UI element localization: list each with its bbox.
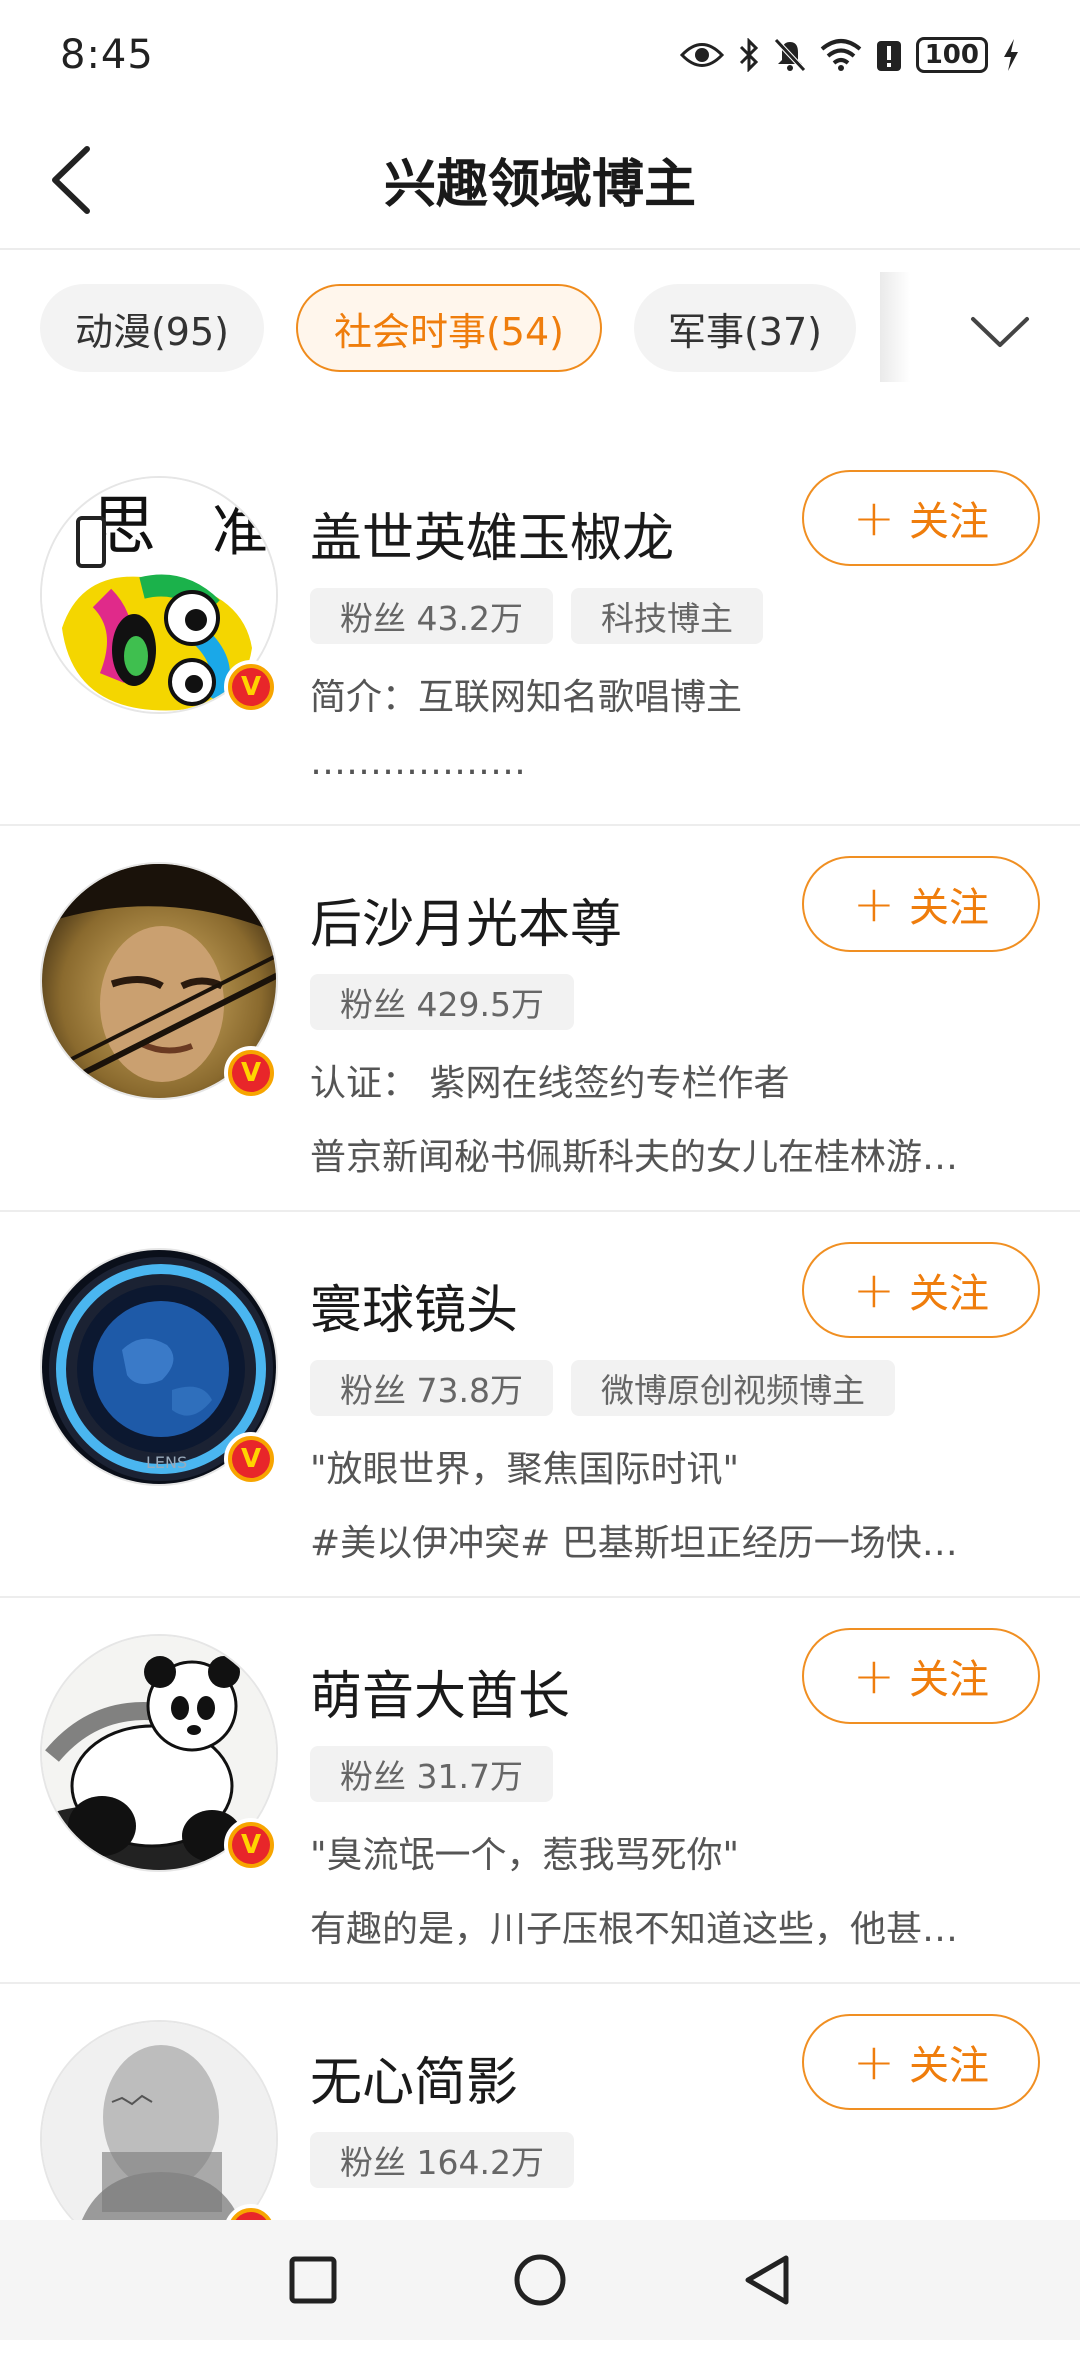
- blogger-latest-post: #美以伊冲突# 巴基斯坦正经历一场快…: [310, 1523, 958, 1564]
- tab-social-affairs[interactable]: 社会时事(54): [296, 284, 602, 372]
- category-tag: 科技博主: [570, 588, 763, 644]
- fans-tag: 粉丝 73.8万: [310, 1360, 553, 1416]
- plus-icon: +: [853, 1261, 895, 1319]
- fans-tag: 粉丝 43.2万: [310, 588, 553, 644]
- list-item[interactable]: V 后沙月光本尊 + 关注 粉丝 429.5万 认证： 紫网在线签约专栏作者 普…: [0, 826, 1080, 1212]
- follow-label: 关注: [908, 2043, 989, 2089]
- follow-label: 关注: [908, 885, 989, 931]
- list-item[interactable]: V 萌音大酋长 + 关注 粉丝 31.7万 "臭流氓一个，惹我骂死你" 有趣的是…: [0, 1598, 1080, 1984]
- blogger-verification: 认证： 紫网在线签约专栏作者: [310, 1063, 790, 1104]
- fans-tag: 粉丝 429.5万: [310, 974, 574, 1030]
- svg-text:准: 准: [212, 499, 268, 564]
- follow-label: 关注: [908, 1271, 989, 1317]
- plus-icon: +: [853, 875, 895, 933]
- chevron-left-icon: [52, 146, 90, 214]
- plus-icon: +: [853, 2033, 895, 2091]
- expand-tabs-button[interactable]: [960, 302, 1040, 362]
- wifi-icon: [820, 38, 862, 72]
- tag-row: 粉丝 164.2万: [310, 2132, 574, 2188]
- nav-back-button[interactable]: [727, 2240, 807, 2320]
- mute-icon: [773, 38, 806, 72]
- svg-text:LENS: LENS: [146, 1453, 187, 1472]
- charging-icon: [1002, 38, 1020, 72]
- plus-icon: +: [853, 489, 895, 547]
- blogger-latest-post: 普京新闻秘书佩斯科夫的女儿在桂林游…: [310, 1137, 959, 1178]
- avatar-wrap[interactable]: LENS V: [40, 1248, 278, 1486]
- blogger-intro: 简介：互联网知名歌唱博主: [310, 677, 743, 718]
- avatar-wrap[interactable]: V: [40, 1634, 278, 1872]
- follow-button[interactable]: + 关注: [802, 470, 1040, 566]
- blogger-latest-post: ………………: [310, 742, 526, 783]
- back-button[interactable]: [36, 142, 106, 218]
- status-icons: 100: [679, 37, 1020, 73]
- follow-label: 关注: [908, 499, 989, 545]
- tab-anime[interactable]: 动漫(95): [40, 284, 264, 372]
- avatar-wrap[interactable]: 思 准 V: [40, 476, 278, 714]
- verified-badge-icon: V: [224, 1818, 278, 1872]
- tag-row: 粉丝 31.7万: [310, 1746, 553, 1802]
- follow-button[interactable]: + 关注: [802, 856, 1040, 952]
- blogger-name[interactable]: 盖世英雄玉椒龙: [310, 496, 674, 571]
- follow-button[interactable]: + 关注: [802, 2014, 1040, 2110]
- blogger-list: 思 准 V 盖世英雄玉椒龙 + 关注 粉丝 43.2万 科技博主 简介：互联网知…: [0, 440, 1080, 2370]
- tag-row: 粉丝 43.2万 科技博主: [310, 588, 763, 644]
- battery-icon: 100: [915, 37, 988, 73]
- tag-row: 粉丝 73.8万 微博原创视频博主: [310, 1360, 895, 1416]
- follow-label: 关注: [908, 1657, 989, 1703]
- verified-badge-icon: V: [224, 660, 278, 714]
- blogger-name[interactable]: 萌音大酋长: [310, 1654, 570, 1729]
- verified-badge-icon: V: [224, 1432, 278, 1486]
- category-tag: 微博原创视频博主: [570, 1360, 895, 1416]
- blogger-latest-post: 有趣的是，川子压根不知道这些，他甚…: [310, 1909, 959, 1950]
- verified-badge-icon: V: [224, 1046, 278, 1100]
- eye-icon: [679, 40, 724, 70]
- tabs-fade-divider: [880, 272, 910, 382]
- blogger-intro: "放眼世界，聚焦国际时讯": [310, 1449, 740, 1490]
- status-time: 8:45: [60, 32, 154, 78]
- blogger-name[interactable]: 寰球镜头: [310, 1268, 518, 1343]
- chevron-down-icon: [971, 317, 1029, 347]
- home-button[interactable]: [500, 2240, 580, 2320]
- battery-level: 100: [924, 40, 979, 70]
- home-icon: [514, 2254, 566, 2306]
- system-nav-bar: [0, 2220, 1080, 2340]
- bluetooth-icon: [738, 38, 760, 72]
- back-icon: [745, 2255, 789, 2305]
- status-bar: 8:45 100: [0, 0, 1080, 110]
- tab-military[interactable]: 军事(37): [634, 284, 856, 372]
- header: 兴趣领域博主: [0, 110, 1080, 250]
- avatar-wrap[interactable]: V: [40, 862, 278, 1100]
- recent-apps-button[interactable]: [273, 2240, 353, 2320]
- tag-row: 粉丝 429.5万: [310, 974, 574, 1030]
- blogger-name[interactable]: 无心简影: [310, 2040, 518, 2115]
- recent-apps-icon: [289, 2256, 337, 2304]
- plus-icon: +: [853, 1647, 895, 1705]
- alert-icon: [876, 38, 902, 72]
- page-title: 兴趣领域博主: [383, 154, 696, 215]
- fans-tag: 粉丝 164.2万: [310, 2132, 574, 2188]
- list-item[interactable]: LENS V 寰球镜头 + 关注 粉丝 73.8万 微博原创视频博主 "放眼世界…: [0, 1212, 1080, 1598]
- blogger-intro: "臭流氓一个，惹我骂死你": [310, 1835, 740, 1876]
- follow-button[interactable]: + 关注: [802, 1242, 1040, 1338]
- follow-button[interactable]: + 关注: [802, 1628, 1040, 1724]
- list-item[interactable]: 思 准 V 盖世英雄玉椒龙 + 关注 粉丝 43.2万 科技博主 简介：互联网知…: [0, 440, 1080, 826]
- category-tabs: 动漫(95) 社会时事(54) 军事(37): [0, 252, 1080, 402]
- blogger-name[interactable]: 后沙月光本尊: [310, 882, 622, 957]
- fans-tag: 粉丝 31.7万: [310, 1746, 553, 1802]
